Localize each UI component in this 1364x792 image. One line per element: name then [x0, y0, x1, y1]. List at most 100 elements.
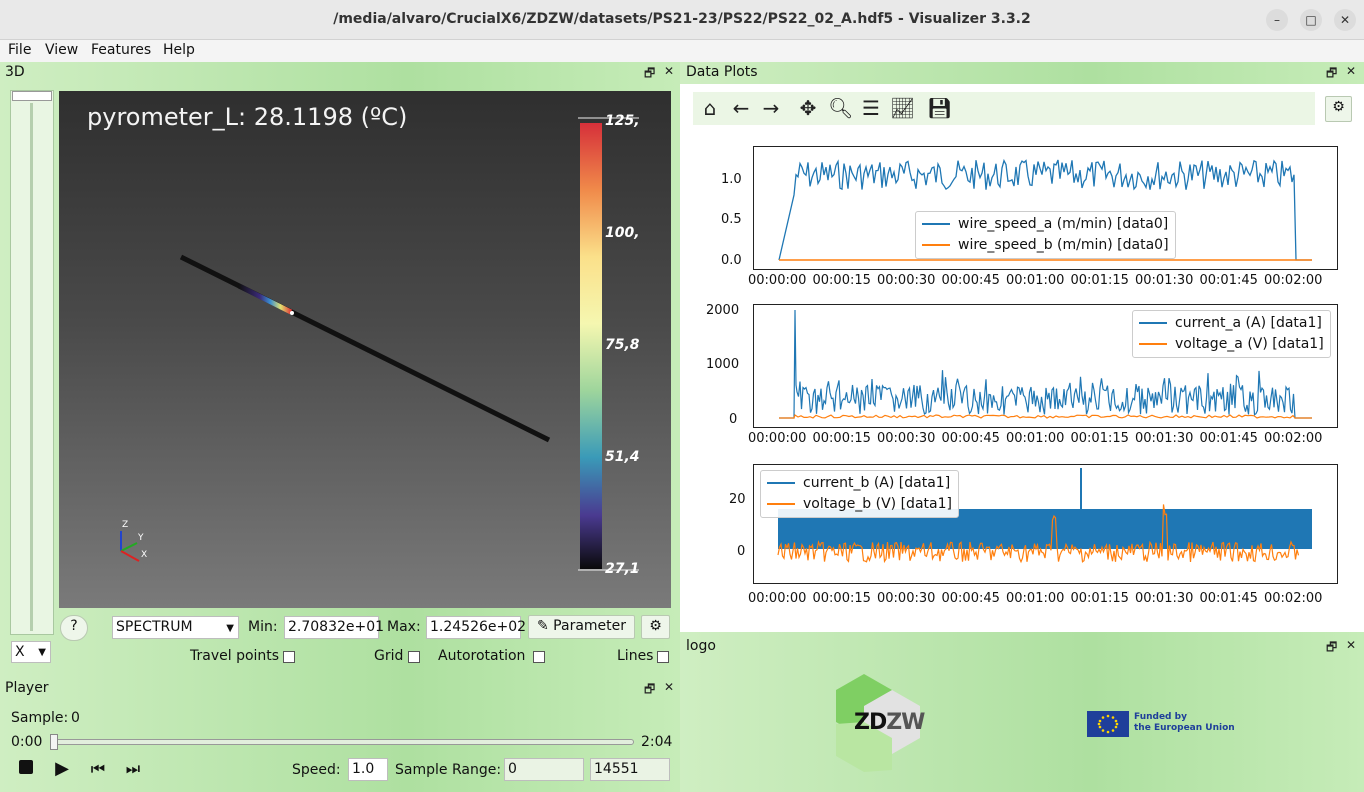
stop-icon — [19, 760, 33, 774]
edit-axis-icon[interactable]: 📈︎ — [890, 96, 915, 120]
menu-help[interactable]: Help — [163, 42, 195, 58]
x-tick-label: 00:02:00 — [1264, 431, 1323, 446]
menubar: File View Features Help — [0, 40, 1364, 62]
logo-float-icon[interactable]: 🗗 — [1326, 638, 1337, 659]
save-icon[interactable]: 💾︎ — [927, 96, 952, 120]
gear-icon: ⚙ — [649, 618, 662, 634]
stop-button[interactable] — [12, 757, 40, 781]
weld-path-hot-segment — [237, 283, 293, 315]
menu-view[interactable]: View — [45, 42, 78, 58]
x-tick-label: 00:00:00 — [748, 273, 807, 288]
plots-close-icon[interactable]: ✕ — [1346, 64, 1356, 78]
time-start: 0:00 — [11, 734, 43, 750]
x-tick-label: 00:02:00 — [1264, 273, 1323, 288]
max-input[interactable]: 1.24526e+02 — [426, 616, 526, 639]
lines-label: Lines — [617, 648, 654, 664]
plots-float-icon[interactable]: 🗗 — [1326, 64, 1337, 85]
colorbar-tick-51: 51,4 — [605, 449, 640, 465]
configure-subplots-icon[interactable]: ☰ — [859, 96, 883, 120]
logo-close-icon[interactable]: ✕ — [1346, 638, 1356, 652]
colormap-select[interactable]: SPECTRUM ▼ — [112, 616, 239, 639]
colorbar-tick-27: 27,1 — [605, 561, 640, 577]
axis-select-value: X — [15, 644, 25, 660]
x-tick-label: 00:00:00 — [748, 431, 807, 446]
travel-points-label: Travel points — [190, 648, 280, 664]
x-tick-label: 00:00:15 — [812, 431, 871, 446]
legend-item: voltage_b (V) [data1] — [803, 496, 952, 512]
pencil-icon: ✎ — [536, 618, 549, 634]
settings-3d-button[interactable]: ⚙ — [641, 615, 670, 639]
plot-2-legend: current_a (A) [data1] voltage_a (V) [dat… — [1132, 310, 1331, 358]
gear-icon: ⚙ — [1332, 99, 1345, 115]
play-button[interactable]: ▶ — [48, 757, 76, 781]
autorotation-checkbox[interactable] — [533, 649, 545, 665]
colorbar-tick-75: 75,8 — [605, 337, 640, 353]
x-tick-label: 00:01:15 — [1070, 591, 1129, 606]
x-tick-label: 00:00:15 — [812, 273, 871, 288]
logo-title: logo — [686, 638, 716, 654]
min-label: Min: — [248, 619, 278, 635]
skip-back-icon: ⏮ — [90, 759, 106, 778]
max-label: Max: — [387, 619, 421, 635]
plot-3-ytick: 20 — [729, 492, 746, 507]
menu-file[interactable]: File — [8, 42, 31, 58]
forward-icon[interactable]: → — [759, 96, 783, 120]
skip-back-button[interactable]: ⏮ — [84, 757, 112, 781]
colorbar-tick-100: 100, — [605, 225, 640, 241]
x-tick-label: 00:00:45 — [941, 591, 1000, 606]
axis-select[interactable]: X ▼ — [11, 641, 51, 663]
plot-toolbar — [693, 92, 1315, 125]
x-tick-label: 00:01:45 — [1199, 273, 1258, 288]
home-icon[interactable]: ⌂ — [698, 96, 722, 120]
plot-2-voltage-a-line — [779, 414, 1312, 419]
zoom-slider[interactable] — [10, 90, 54, 635]
plot-3-ytick: 0 — [737, 544, 746, 559]
window-titlebar: /media/alvaro/CrucialX6/ZDZW/datasets/PS… — [0, 0, 1364, 40]
plot-1-ytick: 0.0 — [721, 253, 742, 268]
weld-path-line — [179, 254, 551, 443]
close-button[interactable]: ✕ — [1334, 9, 1356, 31]
player-close-icon[interactable]: ✕ — [664, 680, 674, 694]
maximize-button[interactable]: □ — [1300, 9, 1322, 31]
view-3d-canvas[interactable]: pyrometer_L: 28.1198 (ºC) 125, 100, 75,8… — [59, 91, 671, 608]
zoom-slider-handle[interactable] — [12, 91, 52, 101]
grid-checkbox[interactable] — [408, 649, 420, 665]
zdzw-zd: ZD — [854, 710, 887, 735]
axis-x-label: X — [141, 550, 148, 560]
plots-settings-button[interactable]: ⚙ — [1325, 96, 1352, 122]
parameter-button[interactable]: ✎ Parameter — [528, 615, 635, 639]
x-tick-label: 00:01:00 — [1006, 591, 1065, 606]
lines-checkbox[interactable] — [657, 649, 669, 665]
axis-z-label: Z — [122, 520, 129, 530]
min-input[interactable]: 2.70832e+01 — [284, 616, 384, 639]
x-tick-label: 00:01:00 — [1006, 431, 1065, 446]
menu-features[interactable]: Features — [91, 42, 151, 58]
pan-icon[interactable]: ✥ — [796, 96, 820, 120]
legend-item: wire_speed_a (m/min) [data0] — [958, 216, 1169, 232]
back-icon[interactable]: ← — [729, 96, 753, 120]
range-end-input[interactable]: 14551 — [590, 758, 670, 781]
skip-forward-button[interactable]: ⏭ — [119, 757, 147, 781]
timeline-slider[interactable] — [50, 734, 634, 750]
dock-3d-float-icon[interactable]: 🗗 — [644, 64, 655, 85]
x-tick-label: 00:00:15 — [812, 591, 871, 606]
x-tick-label: 00:01:30 — [1135, 591, 1194, 606]
colorbar — [580, 123, 602, 569]
minimize-button[interactable]: – — [1266, 9, 1288, 31]
play-icon: ▶ — [55, 758, 69, 779]
help-button[interactable]: ? — [60, 615, 88, 641]
eu-flag-icon — [1087, 711, 1129, 737]
x-tick-label: 00:00:00 — [748, 591, 807, 606]
dock-3d-title: 3D — [5, 64, 25, 80]
eu-line-1: Funded by — [1134, 712, 1187, 722]
zoom-icon[interactable]: 🔍︎ — [828, 96, 853, 120]
player-float-icon[interactable]: 🗗 — [644, 680, 655, 701]
x-tick-label: 00:00:30 — [877, 273, 936, 288]
travel-points-checkbox[interactable] — [283, 649, 295, 665]
dock-3d-close-icon[interactable]: ✕ — [664, 64, 674, 78]
parameter-button-label: Parameter — [553, 618, 627, 634]
speed-input[interactable]: 1.0 — [348, 758, 388, 781]
range-start-input[interactable]: 0 — [504, 758, 584, 781]
x-tick-label: 00:01:00 — [1006, 273, 1065, 288]
timeline-handle[interactable] — [50, 734, 58, 750]
